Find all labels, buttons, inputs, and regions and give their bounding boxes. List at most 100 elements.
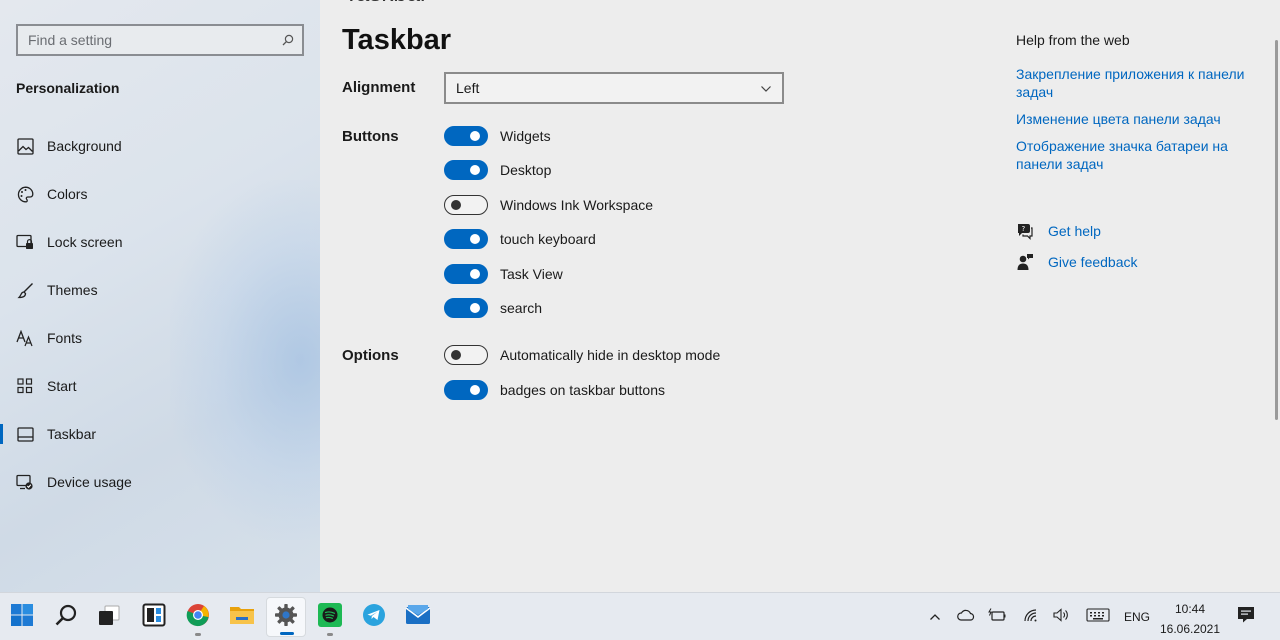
battery-tray[interactable] [986,605,1008,629]
picture-icon [16,137,34,155]
toggle-row-touch-keyboard: touch keyboard [444,228,596,250]
start-grid-icon [16,377,34,395]
sidebar-item-themes[interactable]: Themes [0,272,320,308]
toggle-knob [470,234,480,244]
windows-ink-toggle[interactable] [444,195,488,215]
help-title: Help from the web [1016,32,1130,48]
clock-date: 16.06.2021 [1159,622,1221,636]
task-view-button[interactable] [89,597,129,637]
get-help-link[interactable]: ? Get help [1016,222,1101,240]
sidebar-item-label: Colors [47,186,88,202]
toggle-label: Desktop [500,162,552,178]
give-feedback-label: Give feedback [1048,254,1138,270]
keyboard-icon [1086,607,1110,627]
sidebar-item-colors[interactable]: Colors [0,176,320,212]
sidebar-item-label: Taskbar [47,426,97,442]
spotify-button[interactable] [310,597,350,637]
alignment-label: Alignment [342,79,416,96]
give-feedback-link[interactable]: Give feedback [1016,253,1138,271]
widgets-toggle[interactable] [444,126,488,146]
sidebar-item-label: Themes [47,282,98,298]
palette-icon [16,185,34,203]
show-hidden-icons-button[interactable] [925,605,945,629]
notification-center-button[interactable] [1235,605,1257,629]
clock[interactable]: 10:44 16.06.2021 [1152,599,1228,639]
toggle-label: search [500,300,543,316]
sidebar-item-taskbar[interactable]: Taskbar [0,416,320,452]
toggle-label: Windows Ink Workspace [500,197,654,213]
volume-tray[interactable] [1051,605,1073,629]
toggle-knob [470,269,480,279]
get-help-icon: ? [1016,222,1034,240]
device-usage-icon [16,473,34,491]
main-content: Taskbar Taskbar Alignment Left Buttons W… [320,0,1280,592]
notification-icon [1237,606,1255,629]
alignment-dropdown[interactable]: Left [444,72,784,104]
chrome-button[interactable] [178,597,218,637]
sidebar-item-start[interactable]: Start [0,368,320,404]
buttons-label: Buttons [342,128,399,145]
sidebar-item-lock-screen[interactable]: Lock screen [0,224,320,260]
sidebar: Personalization Background Colors Lock s… [0,0,320,592]
help-link-taskbar-color[interactable]: Изменение цвета панели задач [1016,110,1266,128]
toggle-label: Automatically hide in desktop mode [500,347,721,363]
settings-icon [274,603,298,632]
search-box[interactable] [16,24,304,56]
get-help-label: Get help [1048,223,1101,239]
toggle-row-badges: badges on taskbar buttons [444,379,665,401]
page-title: Taskbar [342,24,452,56]
toggle-knob [451,349,461,360]
language-indicator[interactable]: ENG [1122,605,1152,629]
sidebar-item-fonts[interactable]: Fonts [0,320,320,356]
toggle-label: touch keyboard [500,231,596,247]
search-toggle[interactable] [444,298,488,318]
task-view-toggle[interactable] [444,264,488,284]
search-icon[interactable] [274,34,302,46]
toggle-row-desktop: Desktop [444,159,551,181]
network-tray[interactable] [1020,605,1042,629]
auto-hide-toggle[interactable] [444,345,488,365]
onedrive-tray[interactable] [955,605,977,629]
touch-keyboard-tray[interactable] [1084,605,1112,629]
toggle-knob [470,165,480,175]
toggle-row-widgets: Widgets [444,125,551,147]
taskbar-search-button[interactable] [46,597,86,637]
start-button[interactable] [2,597,42,637]
wifi-icon [1023,608,1039,627]
toggle-row-auto-hide: Automatically hide in desktop mode [444,344,720,366]
section-title: Personalization [16,80,120,96]
alignment-value: Left [456,80,480,96]
search-input[interactable] [18,26,274,54]
clock-time: 10:44 [1174,602,1206,616]
file-explorer-button[interactable] [222,597,262,637]
lock-screen-icon [16,233,34,251]
start-icon [10,603,34,632]
toggle-label: Widgets [500,128,551,144]
telegram-icon [362,603,386,632]
chevron-down-icon [760,80,772,96]
chevron-up-icon [929,608,941,626]
touch-keyboard-toggle[interactable] [444,229,488,249]
desktop-toggle[interactable] [444,160,488,180]
scrollbar[interactable] [1275,40,1278,420]
telegram-button[interactable] [354,597,394,637]
sidebar-item-device-usage[interactable]: Device usage [0,464,320,500]
window-title-partial: Taskbar [344,0,428,8]
mail-icon [405,604,431,631]
help-link-pin-app[interactable]: Закрепление приложения к панели задач [1016,65,1266,101]
sidebar-item-background[interactable]: Background [0,128,320,164]
search-icon [54,603,78,632]
sidebar-item-label: Start [47,378,77,394]
mail-button[interactable] [398,597,438,637]
toggle-label: badges on taskbar buttons [500,382,666,398]
sidebar-item-label: Background [47,138,122,154]
widgets-button[interactable] [134,597,174,637]
feedback-icon [1016,253,1034,271]
badges-toggle[interactable] [444,380,488,400]
spotify-icon [317,602,343,633]
file-explorer-icon [229,603,255,632]
taskbar-icon [16,425,34,443]
help-link-battery-icon[interactable]: Отображение значка батареи на панели зад… [1016,137,1266,173]
running-indicator [195,633,201,636]
settings-button[interactable] [266,597,306,637]
